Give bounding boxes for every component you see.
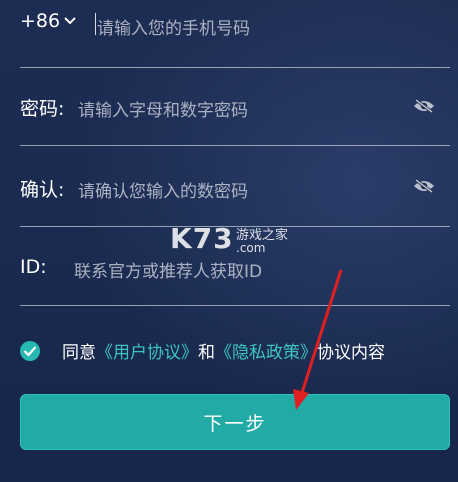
next-step-button[interactable]: 下一步 [20,394,450,450]
privacy-policy-link[interactable]: 《隐私政策》 [215,338,317,363]
watermark-domain: .com [236,241,266,255]
eye-off-icon[interactable] [413,98,435,114]
agreement-checkbox[interactable] [20,340,40,361]
country-code: +86 [20,10,61,32]
agreement-suffix: 协议内容 [317,343,385,363]
checkmark-icon [23,345,37,357]
id-input[interactable]: 联系官方或推荐人获取ID [74,257,262,282]
agreement-prefix: 同意 [62,343,96,363]
confirm-password-input[interactable]: 请确认您输入的数密码 [78,177,248,202]
agreement-and: 和 [198,343,215,363]
divider [20,305,450,306]
watermark-k73: K73 [170,222,234,255]
next-step-label: 下一步 [203,412,267,435]
phone-input[interactable]: 请输入您的手机号码 [97,14,250,39]
user-agreement-link[interactable]: 《用户协议》 [96,338,198,363]
divider [20,226,450,227]
text-cursor [95,13,96,35]
divider [20,145,450,146]
country-code-selector[interactable]: +86 [20,10,77,32]
eye-off-icon[interactable] [413,178,435,194]
agreement-row: 同意 《用户协议》 和 《隐私政策》 协议内容 [20,338,385,363]
id-label: ID: [20,256,47,278]
chevron-down-icon [64,17,76,25]
divider [20,67,450,68]
watermark-logo: K73 游戏之家 .com [170,222,288,255]
password-input[interactable]: 请输入字母和数字密码 [78,96,248,121]
confirm-label: 确认: [20,179,65,201]
password-label: 密码: [20,98,65,120]
